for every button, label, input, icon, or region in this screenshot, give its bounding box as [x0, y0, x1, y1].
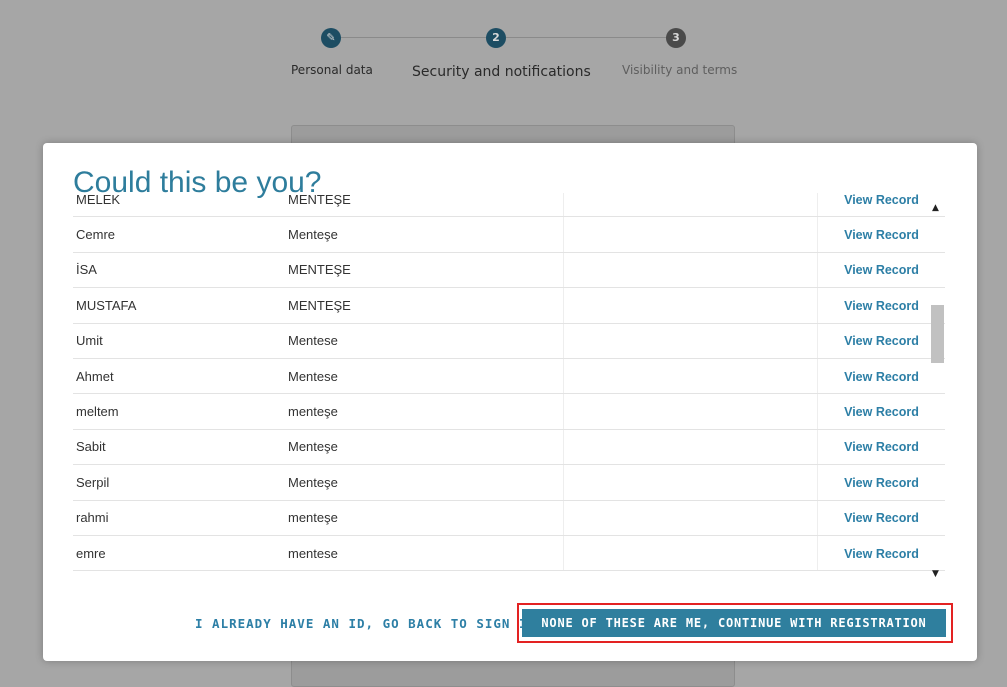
modal-title: Could this be you? [73, 166, 322, 199]
first-name-cell: Ahmet [73, 358, 288, 395]
first-name-cell: İSA [73, 252, 288, 289]
first-name-cell: Cemre [73, 216, 288, 253]
action-cell: View Record [817, 535, 945, 572]
action-cell: View Record [817, 500, 945, 536]
step-connector [506, 37, 672, 38]
step-1-edit-icon[interactable]: ✎ [321, 28, 341, 48]
first-name-cell: meltem [73, 393, 288, 430]
last-name-cell: Mentese [288, 323, 564, 359]
last-name-cell: mentese [288, 535, 564, 572]
first-name-cell: MUSTAFA [73, 287, 288, 324]
empty-cell [563, 323, 818, 359]
step-3-label: Visibility and terms [622, 63, 738, 77]
table-row: Sabit Menteşe View Record [73, 429, 945, 466]
table-row: Serpil Menteşe View Record [73, 464, 945, 501]
action-cell: View Record [817, 193, 945, 218]
empty-cell [563, 429, 818, 466]
action-cell: View Record [817, 216, 945, 253]
last-name-cell: menteşe [288, 393, 564, 430]
results-scrollbar[interactable]: ▲ ▼ [929, 201, 945, 581]
sign-in-link[interactable]: I ALREADY HAVE AN ID, GO BACK TO SIGN IN [195, 616, 536, 631]
last-name-cell: menteşe [288, 500, 564, 536]
view-record-link[interactable]: View Record [844, 476, 919, 490]
first-name-cell: emre [73, 535, 288, 572]
last-name-cell: MENTEŞE [288, 287, 564, 324]
scroll-up-icon[interactable]: ▲ [932, 203, 939, 213]
table-row: Umit Mentese View Record [73, 323, 945, 359]
action-cell: View Record [817, 393, 945, 430]
first-name-cell: rahmi [73, 500, 288, 536]
action-cell: View Record [817, 252, 945, 289]
first-name-cell: Umit [73, 323, 288, 359]
table-row: emre mentese View Record [73, 535, 945, 572]
empty-cell [563, 500, 818, 536]
continue-registration-button[interactable]: NONE OF THESE ARE ME, CONTINUE WITH REGI… [522, 609, 946, 637]
empty-cell [563, 193, 818, 218]
duplicate-check-modal: Could this be you? MELEK MENTEŞE View Reco… [43, 143, 977, 661]
action-cell: View Record [817, 464, 945, 501]
view-record-link[interactable]: View Record [844, 263, 919, 277]
action-cell: View Record [817, 429, 945, 466]
results-list[interactable]: MELEK MENTEŞE View Record Cemre Menteşe View … [73, 193, 945, 575]
view-record-link[interactable]: View Record [844, 405, 919, 419]
empty-cell [563, 393, 818, 430]
view-record-link[interactable]: View Record [844, 440, 919, 454]
table-row: İSA MENTEŞE View Record [73, 252, 945, 289]
last-name-cell: Menteşe [288, 216, 564, 253]
last-name-cell: Menteşe [288, 464, 564, 501]
registration-stepper: ✎ 2 3 Personal data Security and notific… [0, 0, 1007, 110]
empty-cell [563, 358, 818, 395]
table-row: rahmi menteşe View Record [73, 500, 945, 536]
table-row: MUSTAFA MENTEŞE View Record [73, 287, 945, 324]
view-record-link[interactable]: View Record [844, 511, 919, 525]
last-name-cell: Menteşe [288, 429, 564, 466]
empty-cell [563, 216, 818, 253]
scroll-thumb[interactable] [931, 305, 944, 363]
step-1-label: Personal data [291, 63, 373, 77]
action-cell: View Record [817, 358, 945, 395]
step-2-label: Security and notifications [412, 64, 591, 80]
step-2-marker: 2 [486, 28, 506, 48]
table-row: meltem menteşe View Record [73, 393, 945, 430]
view-record-link[interactable]: View Record [844, 228, 919, 242]
empty-cell [563, 464, 818, 501]
step-3-marker: 3 [666, 28, 686, 48]
last-name-cell: MENTEŞE [288, 193, 564, 218]
view-record-link[interactable]: View Record [844, 547, 919, 561]
empty-cell [563, 287, 818, 324]
table-row: Ahmet Mentese View Record [73, 358, 945, 395]
first-name-cell: Serpil [73, 464, 288, 501]
view-record-link[interactable]: View Record [844, 193, 919, 207]
view-record-link[interactable]: View Record [844, 299, 919, 313]
first-name-cell: Sabit [73, 429, 288, 466]
results-table: MELEK MENTEŞE View Record Cemre Menteşe View … [73, 193, 945, 572]
empty-cell [563, 252, 818, 289]
last-name-cell: MENTEŞE [288, 252, 564, 289]
view-record-link[interactable]: View Record [844, 370, 919, 384]
last-name-cell: Mentese [288, 358, 564, 395]
empty-cell [563, 535, 818, 572]
table-row: Cemre Menteşe View Record [73, 216, 945, 253]
view-record-link[interactable]: View Record [844, 334, 919, 348]
step-connector [340, 37, 488, 38]
action-cell: View Record [817, 287, 945, 324]
scroll-down-icon[interactable]: ▼ [932, 569, 939, 579]
action-cell: View Record [817, 323, 945, 359]
